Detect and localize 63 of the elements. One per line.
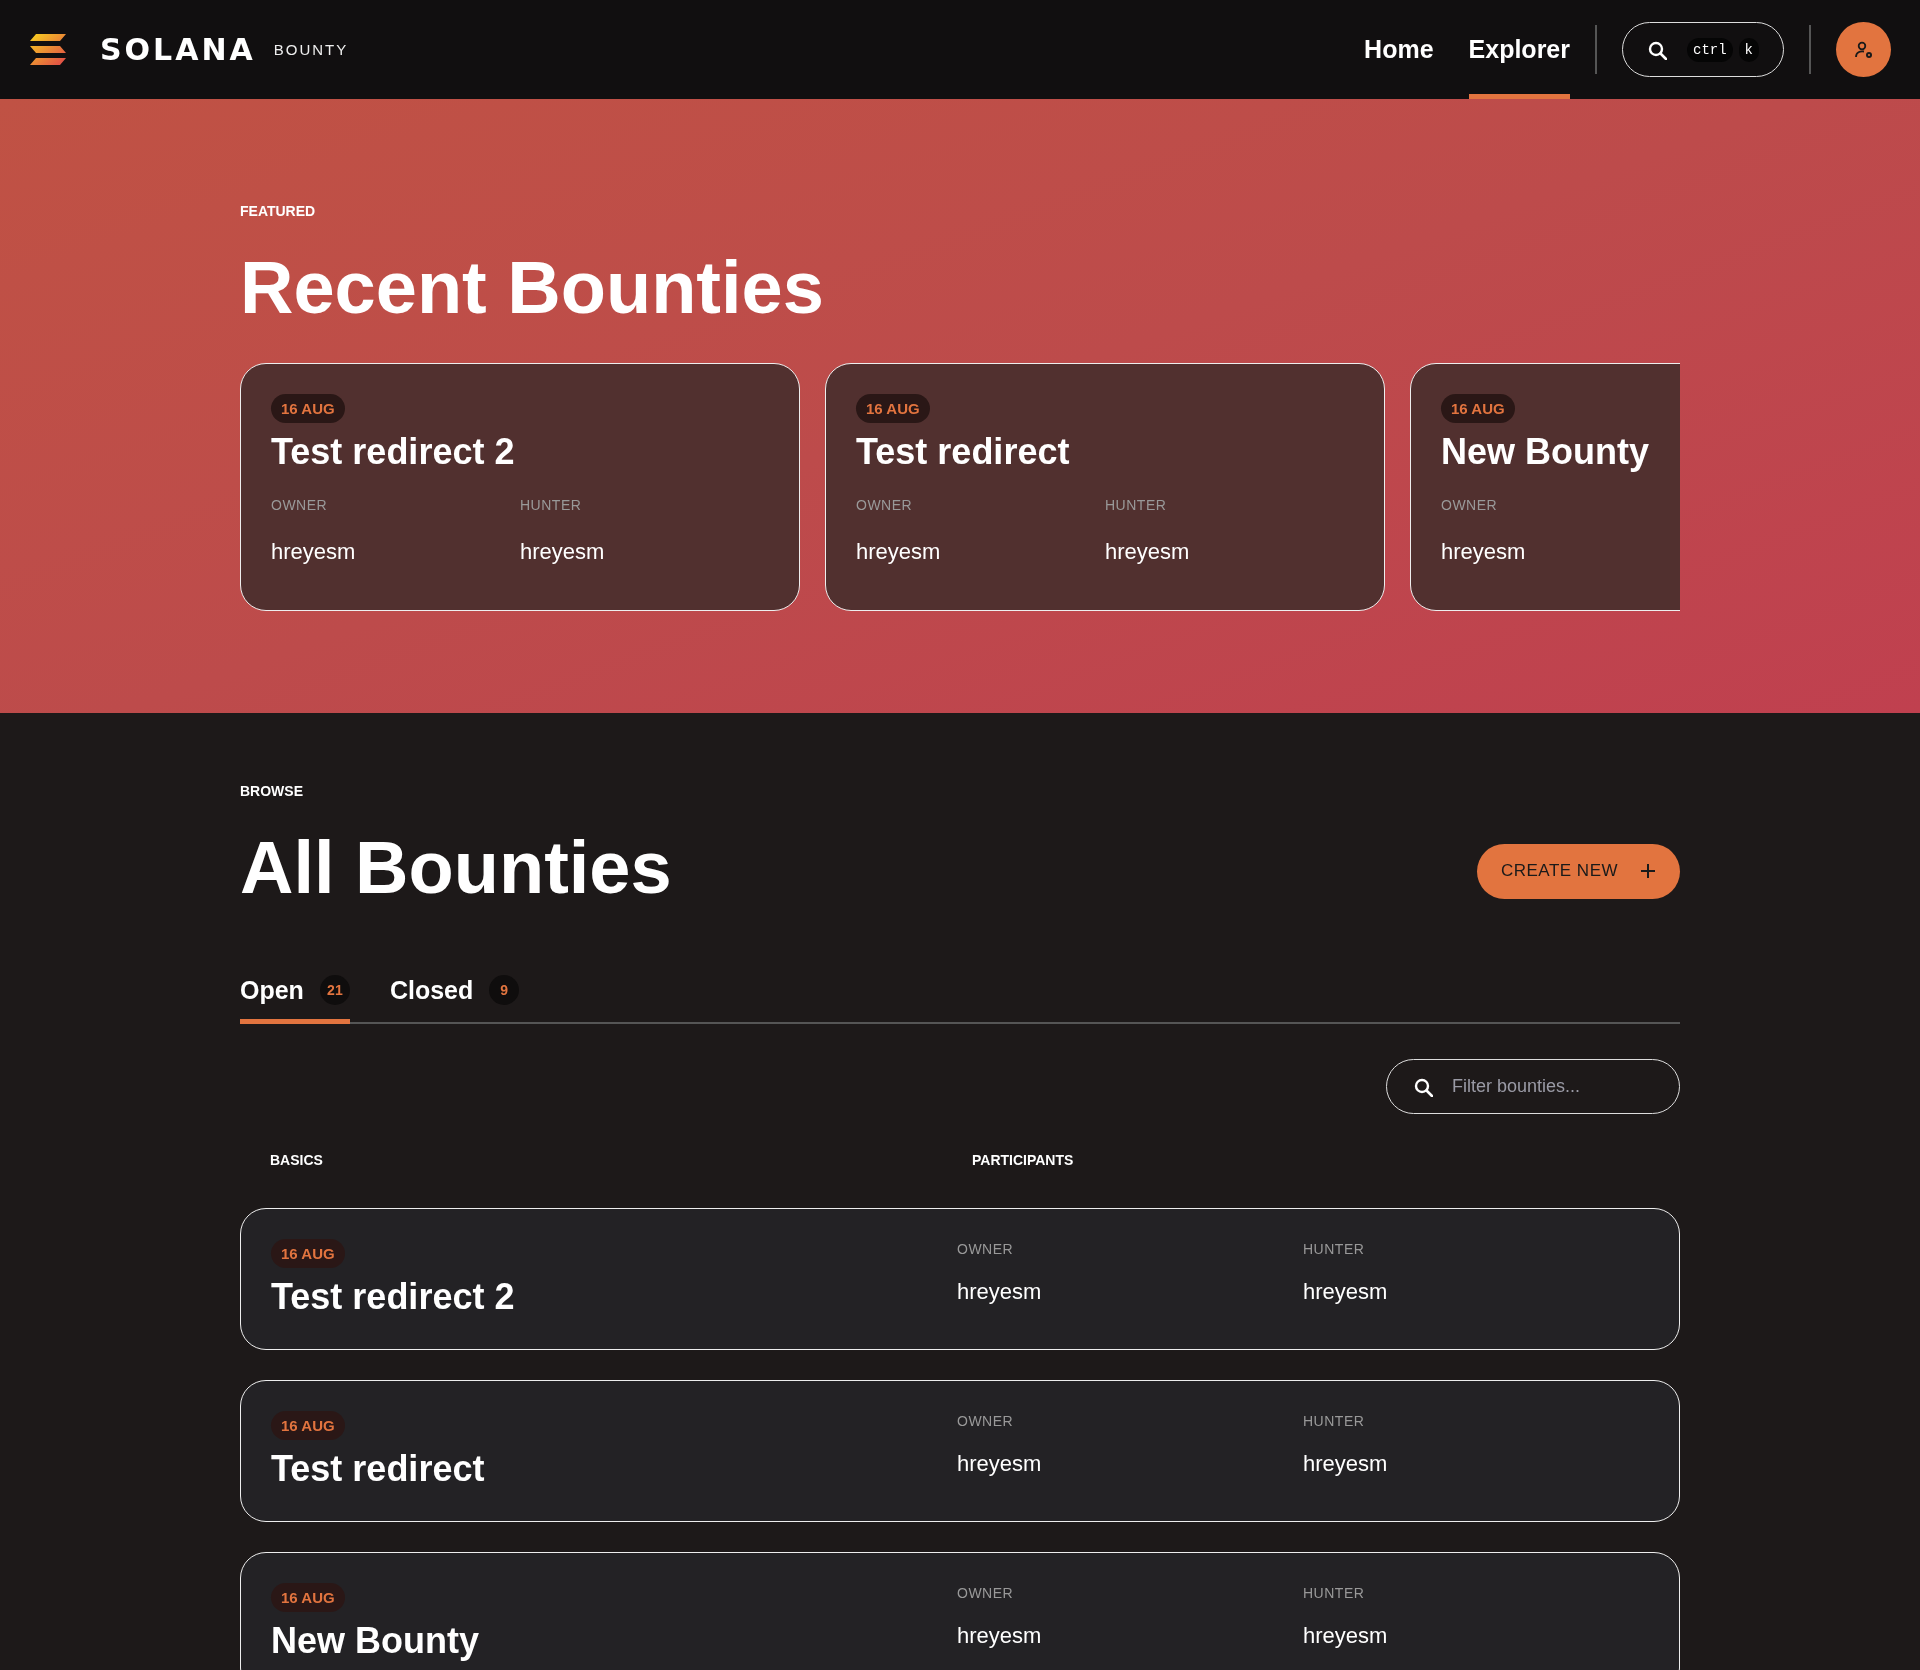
date-badge: 16 AUG xyxy=(856,394,930,423)
bounty-title: Test redirect xyxy=(271,1448,486,1490)
count-badge: 9 xyxy=(489,975,520,1005)
bounty-row[interactable]: 16 AUG Test redirect OWNER hreyesm HUNTER hreyesm xyxy=(240,1380,1680,1522)
account-button[interactable] xyxy=(1836,22,1891,77)
section-label: FEATURED xyxy=(240,203,317,219)
username: hreyesm xyxy=(1303,1451,1389,1477)
tab[interactable]: Closed 9 xyxy=(389,963,520,1024)
shortcut-key: ctrl xyxy=(1687,37,1733,62)
shortcut-key: k xyxy=(1738,37,1759,62)
role-label: OWNER xyxy=(957,1585,1015,1601)
role-label: HUNTER xyxy=(1303,1585,1366,1601)
plus-icon xyxy=(1640,863,1657,879)
bounty-card[interactable]: 16 AUG Test redirect OWNER hreyesm HUNTER hreyesm xyxy=(825,363,1385,611)
role-label: OWNER xyxy=(957,1241,1015,1257)
role-label: HUNTER xyxy=(1303,1241,1366,1257)
username: hreyesm xyxy=(1441,539,1527,565)
username: hreyesm xyxy=(520,539,606,565)
bounty-title: Test redirect 2 xyxy=(271,431,516,473)
user-gear-icon xyxy=(1853,39,1874,60)
date-badge: 16 AUG xyxy=(271,1583,345,1612)
count-badge: 21 xyxy=(319,975,350,1005)
bounty-title: New Bounty xyxy=(1441,431,1650,473)
search-icon xyxy=(1647,39,1667,60)
date-badge: 16 AUG xyxy=(271,1239,345,1268)
date-badge: 16 AUG xyxy=(271,1411,345,1440)
section-title: All Bounties xyxy=(240,831,672,905)
bounty-title: Test redirect xyxy=(856,431,1071,473)
section-title: Recent Bounties xyxy=(240,251,825,325)
bounty-row[interactable]: 16 AUG New Bounty OWNER hreyesm HUNTER hreyesm xyxy=(240,1552,1680,1670)
search-icon xyxy=(1413,1077,1433,1097)
role-label: HUNTER xyxy=(1105,497,1168,513)
bounty-row[interactable]: 16 AUG Test redirect 2 OWNER hreyesm HUNTER hreyesm xyxy=(240,1208,1680,1350)
filter-field[interactable]: Filter bounties... xyxy=(1386,1059,1680,1114)
section-label: BROWSE xyxy=(240,783,304,799)
role-label: OWNER xyxy=(856,497,914,513)
date-badge: 16 AUG xyxy=(271,394,345,423)
role-label: HUNTER xyxy=(1303,1413,1366,1429)
username: hreyesm xyxy=(856,539,942,565)
nav-link[interactable]: Home xyxy=(1364,0,1434,99)
logo-subtitle: BOUNTY xyxy=(273,41,349,58)
column-header: PARTICIPANTS xyxy=(972,1152,1074,1168)
logo-icon xyxy=(30,34,66,65)
username: hreyesm xyxy=(1303,1279,1389,1305)
bounty-title: New Bounty xyxy=(271,1620,480,1662)
username: hreyesm xyxy=(957,1279,1043,1305)
tab[interactable]: Open 21 xyxy=(240,963,350,1024)
username: hreyesm xyxy=(271,539,357,565)
bounty-card[interactable]: 16 AUG New Bounty OWNER hreyesm xyxy=(1410,363,1680,611)
username: hreyesm xyxy=(1105,539,1191,565)
username: hreyesm xyxy=(957,1623,1043,1649)
column-header: BASICS xyxy=(270,1152,324,1168)
role-label: OWNER xyxy=(957,1413,1015,1429)
role-label: OWNER xyxy=(1441,497,1499,513)
date-badge: 16 AUG xyxy=(1441,394,1515,423)
role-label: HUNTER xyxy=(520,497,583,513)
role-label: OWNER xyxy=(271,497,329,513)
bounty-title: Test redirect 2 xyxy=(271,1276,516,1318)
username: hreyesm xyxy=(1303,1623,1389,1649)
bounty-card[interactable]: 16 AUG Test redirect 2 OWNER hreyesm HUNTER hreyesm xyxy=(240,363,800,611)
username: hreyesm xyxy=(957,1451,1043,1477)
create-new-button[interactable]: CREATE NEW xyxy=(1477,843,1680,899)
logo-text: SOLANA xyxy=(100,32,256,67)
